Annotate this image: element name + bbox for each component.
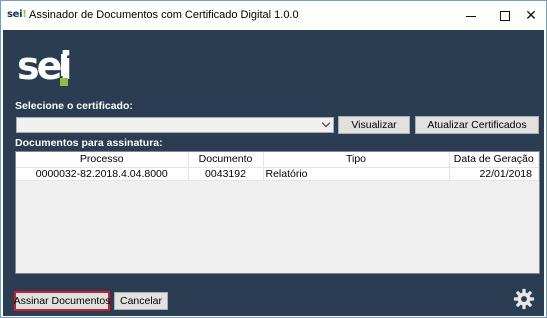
documents-table[interactable]: Processo Documento Tipo Data de Geração … xyxy=(15,151,540,274)
close-icon: ✕ xyxy=(525,7,537,23)
sei-logo: sei xyxy=(17,44,97,90)
cell-documento: 0043192 xyxy=(188,167,264,181)
table-row[interactable]: 0000032-82.2018.4.04.8000 0043192 Relató… xyxy=(16,167,539,181)
cell-tipo: Relatório xyxy=(263,167,450,181)
certificate-select[interactable] xyxy=(16,117,334,133)
close-button[interactable]: ✕ xyxy=(514,1,547,30)
cell-processo: 0000032-82.2018.4.04.8000 xyxy=(16,167,189,181)
sign-documents-button[interactable]: Assinar Documentos xyxy=(14,291,110,311)
sei-logo-dot xyxy=(60,78,68,86)
column-header-documento[interactable]: Documento xyxy=(188,152,264,168)
main-panel: sei Selecione o certificado: Visualizar … xyxy=(3,30,544,316)
cancel-button[interactable]: Cancelar xyxy=(114,292,168,310)
maximize-icon xyxy=(500,10,510,21)
chevron-down-icon xyxy=(321,118,331,128)
minimize-icon xyxy=(466,16,476,17)
window-title: Assinador de Documentos com Certificado … xyxy=(29,9,299,21)
table-header-row: Processo Documento Tipo Data de Geração xyxy=(16,152,539,168)
refresh-certificates-button[interactable]: Atualizar Certificados xyxy=(415,116,539,134)
table-empty-area xyxy=(16,182,539,273)
sei-logo-bar xyxy=(61,54,67,76)
title-logo: sei! xyxy=(7,9,27,20)
title-bar: sei! Assinador de Documentos com Certifi… xyxy=(1,1,546,30)
view-certificate-button[interactable]: Visualizar xyxy=(338,116,410,134)
app-window: sei! Assinador de Documentos com Certifi… xyxy=(0,0,547,318)
column-header-processo[interactable]: Processo xyxy=(16,152,189,168)
column-header-tipo[interactable]: Tipo xyxy=(263,152,450,168)
gear-icon[interactable] xyxy=(513,288,535,310)
minimize-button[interactable] xyxy=(454,1,488,30)
column-header-data[interactable]: Data de Geração xyxy=(449,152,539,168)
cell-data: 22/01/2018 xyxy=(449,167,539,181)
documents-label: Documentos para assinatura: xyxy=(15,137,163,149)
certificate-label: Selecione o certificado: xyxy=(15,100,133,112)
